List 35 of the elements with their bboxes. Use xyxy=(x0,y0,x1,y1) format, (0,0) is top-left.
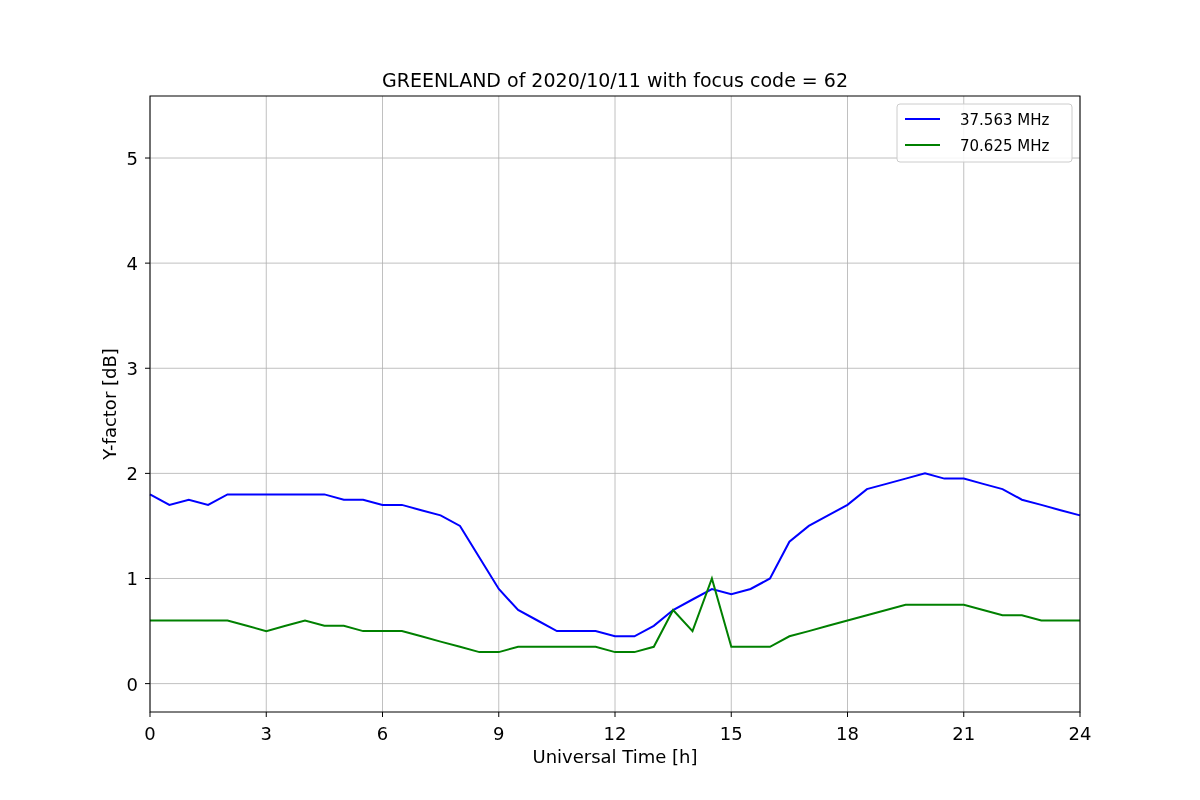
y-tick-label: 1 xyxy=(126,568,138,590)
x-tick-label: 6 xyxy=(376,723,389,744)
legend-label: 37.563 MHz xyxy=(960,111,1050,129)
tick-mark xyxy=(498,711,500,718)
tick-mark xyxy=(730,711,732,718)
x-tick-label: 24 xyxy=(1068,723,1092,744)
y-tick-label: 0 xyxy=(126,673,138,695)
tick-mark xyxy=(144,157,151,159)
tick-mark xyxy=(144,262,151,264)
x-tick-label: 18 xyxy=(836,723,859,744)
chart-title: GREENLAND of 2020/10/11 with focus code = 62 xyxy=(382,69,848,91)
x-tick-label: 21 xyxy=(952,723,976,744)
y-tick-label: 2 xyxy=(126,463,138,485)
tick-mark xyxy=(382,711,383,718)
tick-mark xyxy=(265,711,267,718)
tick-mark xyxy=(144,367,151,369)
tick-mark xyxy=(847,711,848,718)
x-tick-label: 15 xyxy=(719,723,743,744)
tick-mark xyxy=(144,683,151,685)
y-tick-label: 3 xyxy=(126,358,138,380)
x-tick-label: 9 xyxy=(493,723,505,744)
y-tick-label: 4 xyxy=(126,253,138,275)
x-axis-label: Universal Time [h] xyxy=(532,746,698,767)
x-tick-label: 12 xyxy=(603,723,627,744)
tick-mark xyxy=(144,472,151,474)
x-tick-label: 3 xyxy=(260,723,272,744)
tick-mark xyxy=(144,578,151,579)
y-axis-label: Y-factor [dB] xyxy=(99,348,120,460)
tick-mark xyxy=(963,711,965,718)
y-tick-label: 5 xyxy=(126,148,138,169)
x-tick-label: 0 xyxy=(144,723,156,744)
tick-mark xyxy=(149,711,151,718)
tick-mark xyxy=(614,711,616,718)
legend-label: 70.625 MHz xyxy=(960,137,1050,155)
tick-mark xyxy=(1079,711,1081,718)
